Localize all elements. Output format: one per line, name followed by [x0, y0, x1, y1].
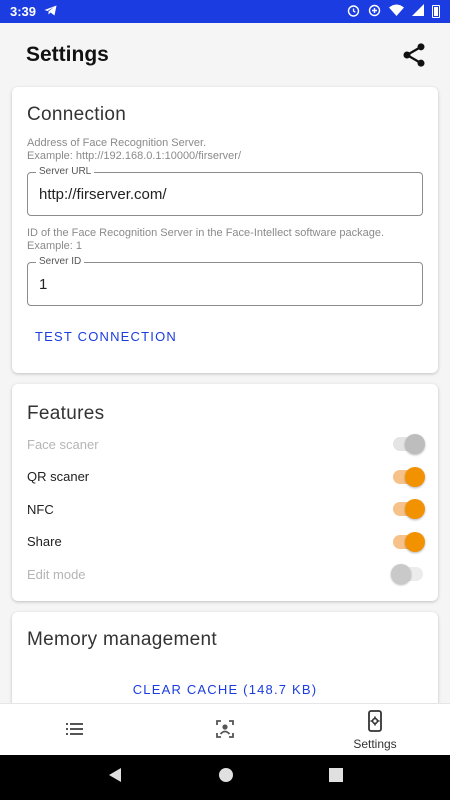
feature-row-nfc: NFC [27, 493, 425, 526]
connection-card: Connection Address of Face Recognition S… [12, 87, 438, 373]
test-connection-button[interactable]: TEST CONNECTION [35, 329, 177, 344]
face-scaner-toggle[interactable] [393, 434, 425, 455]
server-id-value: 1 [39, 275, 48, 293]
server-id-label: Server ID [36, 256, 85, 268]
qr-scaner-toggle[interactable] [393, 466, 425, 487]
feature-row-face-scaner: Face scaner [27, 428, 425, 461]
server-id-help: ID of the Face Recognition Server in the… [27, 227, 384, 253]
memory-card: Memory management CLEAR CACHE (148.7 KB) [12, 612, 438, 712]
alarm-icon [347, 4, 360, 20]
share-toggle[interactable] [393, 531, 425, 552]
home-icon[interactable] [218, 767, 234, 788]
system-nav-bar [0, 755, 450, 800]
server-url-label: Server URL [36, 166, 95, 178]
features-title: Features [27, 403, 105, 424]
recents-icon[interactable] [328, 768, 343, 787]
data-saver-icon [368, 4, 381, 20]
nfc-toggle[interactable] [393, 499, 425, 520]
wifi-icon [389, 4, 404, 19]
server-url-help-line2: Example: http://192.168.0.1:10000/firser… [27, 150, 242, 162]
server-url-value: http://firserver.com/ [39, 185, 167, 203]
nav-item-settings[interactable]: Settings [300, 704, 450, 756]
feature-label: NFC [27, 501, 54, 517]
server-id-help-line2: Example: 1 [27, 240, 83, 252]
features-card: Features Face scaner QR scaner NFC Share… [12, 384, 438, 601]
battery-icon [432, 5, 440, 18]
telegram-icon [44, 5, 57, 19]
edit-mode-toggle[interactable] [391, 564, 423, 585]
back-icon[interactable] [107, 767, 123, 788]
features-list: Face scaner QR scaner NFC Share Edit mod… [27, 428, 425, 591]
clear-cache-button[interactable]: CLEAR CACHE (148.7 KB) [133, 682, 318, 697]
bottom-nav: Settings [0, 703, 450, 756]
feature-label: Edit mode [27, 566, 86, 582]
status-bar: 3:39 [0, 0, 450, 23]
server-url-field[interactable]: Server URL http://firserver.com/ [27, 166, 423, 216]
nav-settings-label: Settings [353, 736, 397, 751]
feature-row-edit-mode: Edit mode [27, 558, 423, 591]
list-icon [65, 721, 85, 740]
server-url-help-line1: Address of Face Recognition Server. [27, 137, 207, 149]
clear-cache-wrap: CLEAR CACHE (148.7 KB) [12, 681, 438, 699]
app-bar: Settings [0, 23, 450, 87]
status-time: 3:39 [10, 4, 37, 19]
server-id-help-line1: ID of the Face Recognition Server in the… [27, 227, 385, 239]
face-scan-icon [215, 719, 235, 742]
settings-phone-icon [366, 709, 384, 735]
page-title: Settings [26, 43, 109, 66]
nav-item-list[interactable] [0, 704, 150, 756]
signal-icon [412, 4, 424, 19]
server-url-help: Address of Face Recognition Server. Exam… [27, 137, 241, 163]
feature-label: Share [27, 534, 62, 550]
feature-row-share: Share [27, 526, 425, 559]
feature-label: QR scaner [27, 469, 90, 485]
feature-label: Face scaner [27, 436, 99, 452]
connection-title: Connection [27, 104, 127, 125]
nav-item-face-scan[interactable] [150, 704, 300, 756]
share-icon[interactable] [400, 41, 428, 69]
feature-row-qr-scaner: QR scaner [27, 461, 425, 494]
server-id-field[interactable]: Server ID 1 [27, 256, 423, 306]
memory-title: Memory management [27, 629, 217, 650]
